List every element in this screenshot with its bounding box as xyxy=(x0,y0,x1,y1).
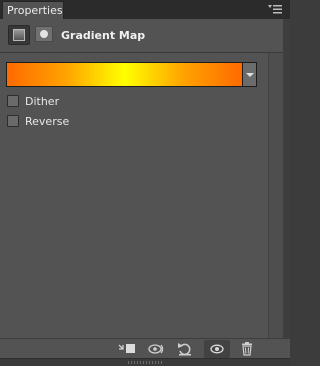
gradient-map-adjustment-icon[interactable] xyxy=(8,25,30,45)
dither-label: Dither xyxy=(25,95,59,108)
tab-properties-label: Properties xyxy=(7,4,63,17)
panel-tab-bar: Properties xyxy=(0,0,290,20)
reverse-label: Reverse xyxy=(25,115,69,128)
scrollbar[interactable] xyxy=(268,53,283,338)
trash-icon xyxy=(234,340,260,358)
properties-footer xyxy=(0,338,290,359)
eye-icon xyxy=(204,340,230,358)
gradient-preview[interactable] xyxy=(6,62,243,87)
view-previous-state-icon xyxy=(144,340,170,358)
view-previous-state-button[interactable] xyxy=(144,340,170,358)
adjustment-title: Gradient Map xyxy=(61,29,145,42)
dither-checkbox[interactable] xyxy=(7,95,19,107)
reset-adjustment-icon xyxy=(172,340,198,358)
panel-menu-icon[interactable] xyxy=(268,4,282,14)
tab-properties[interactable]: Properties xyxy=(2,1,64,19)
gradient-picker-button[interactable] xyxy=(243,62,257,87)
delete-adjustment-button[interactable] xyxy=(234,340,260,358)
panel-edge xyxy=(283,19,290,358)
clip-to-layer-icon xyxy=(114,340,140,358)
properties-panel: Properties Gradient Map Dither Reverse xyxy=(0,0,290,365)
chevron-down-icon xyxy=(246,73,254,77)
reset-adjustment-button[interactable] xyxy=(172,340,198,358)
properties-header: Gradient Map xyxy=(0,19,290,53)
clip-to-layer-button[interactable] xyxy=(114,340,140,358)
resize-grip-icon[interactable] xyxy=(128,361,162,364)
reverse-checkbox[interactable] xyxy=(7,115,19,127)
toggle-visibility-button[interactable] xyxy=(204,340,230,358)
layer-mask-icon[interactable] xyxy=(35,26,53,42)
